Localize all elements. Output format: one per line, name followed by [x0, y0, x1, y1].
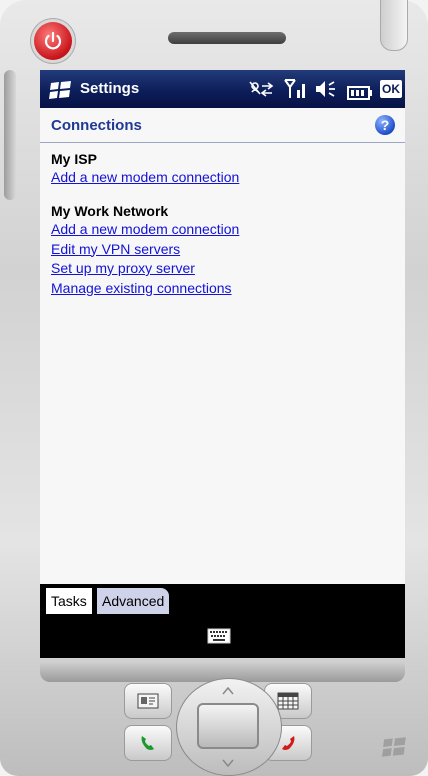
- app-title[interactable]: Settings: [80, 80, 139, 97]
- section-my-isp: My ISP Add a new modem connection: [51, 150, 239, 188]
- edit-vpn-servers-link[interactable]: Edit my VPN servers: [51, 240, 239, 260]
- section-my-work-network: My Work Network Add a new modem connecti…: [51, 202, 239, 298]
- up-arrow-icon: [222, 687, 234, 695]
- keyboard-icon[interactable]: [207, 628, 231, 644]
- call-button[interactable]: [124, 725, 172, 761]
- add-modem-connection-link[interactable]: Add a new modem connection: [51, 220, 239, 240]
- content-area: Connections ? My ISP Add a new modem con…: [40, 108, 405, 584]
- title-bar: Settings OK: [40, 70, 405, 108]
- power-icon: [44, 31, 62, 50]
- battery-icon[interactable]: [346, 82, 374, 104]
- windows-logo-icon: [382, 737, 406, 757]
- device-screen: Settings OK Connections ? My ISP Add a n…: [40, 70, 405, 658]
- speaker-icon[interactable]: [314, 78, 338, 100]
- add-modem-connection-link[interactable]: Add a new modem connection: [51, 168, 239, 188]
- soft-input-bar: [40, 616, 405, 658]
- action-button[interactable]: [197, 703, 259, 749]
- page-title: Connections: [51, 117, 142, 134]
- end-call-icon: [282, 736, 295, 750]
- help-icon[interactable]: ?: [375, 115, 395, 135]
- tab-bar: Tasks Advanced: [40, 584, 405, 616]
- side-button[interactable]: [4, 70, 16, 200]
- power-button[interactable]: [34, 22, 72, 60]
- manage-existing-connections-link[interactable]: Manage existing connections: [51, 279, 239, 299]
- contacts-hardware-button[interactable]: [124, 683, 172, 719]
- signal-icon[interactable]: [284, 78, 308, 100]
- set-up-proxy-server-link[interactable]: Set up my proxy server: [51, 259, 239, 279]
- stylus-slot[interactable]: [380, 0, 408, 51]
- section-title: My Work Network: [51, 203, 169, 219]
- section-title: My ISP: [51, 151, 97, 167]
- speaker-grille: [168, 32, 286, 44]
- tab-advanced[interactable]: Advanced: [97, 588, 170, 614]
- windows-flag-icon[interactable]: [49, 80, 73, 100]
- contact-card-icon: [137, 693, 159, 709]
- call-icon: [141, 736, 154, 750]
- connectivity-icon[interactable]: [248, 78, 276, 100]
- tab-tasks[interactable]: Tasks: [46, 588, 92, 614]
- down-arrow-icon: [222, 759, 234, 767]
- calendar-icon: [277, 692, 299, 710]
- ok-button[interactable]: OK: [380, 80, 402, 98]
- page-header: Connections ?: [40, 108, 405, 143]
